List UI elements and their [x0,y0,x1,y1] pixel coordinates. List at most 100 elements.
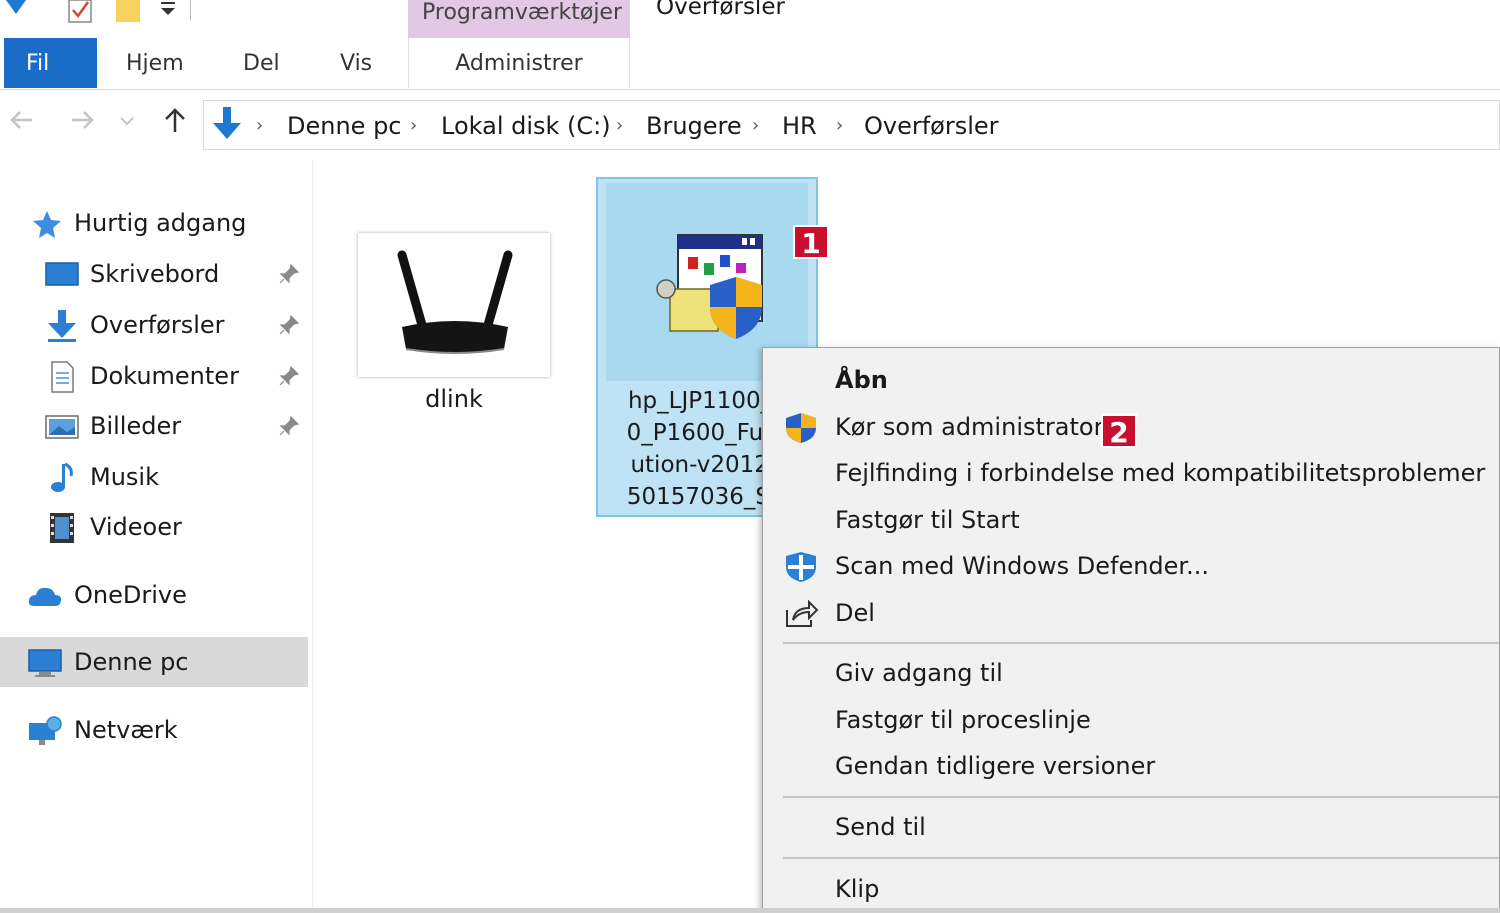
download-arrow-icon[interactable] [2,0,30,26]
menu-item-label: Fastgør til proceslinje [835,706,1091,734]
sidebar-item-onedrive[interactable]: OneDrive [0,570,308,620]
pictures-icon [45,415,79,439]
recent-locations-chevron-icon[interactable] [112,100,142,140]
menu-item-restore-previous-versions[interactable]: Gendan tidligere versioner [763,743,1499,789]
music-icon [51,462,73,492]
new-folder-icon[interactable] [114,0,142,26]
tab-hjem[interactable]: Hjem [126,38,184,88]
contextual-tab-header: Programværktøjer [408,0,630,38]
window-bottom-edge [0,908,1500,913]
pin-icon[interactable] [278,314,300,336]
sidebar-item-billeder[interactable]: Billeder [0,401,308,451]
sidebar-item-label: Billeder [90,412,182,440]
menu-item-label: Klip [835,875,880,903]
tab-vis[interactable]: Vis [340,38,372,88]
sidebar-item-dokumenter[interactable]: Dokumenter [0,351,308,401]
star-icon [33,211,61,238]
breadcrumb-separator-icon[interactable]: › [752,101,759,149]
breadcrumb-separator-icon[interactable]: › [836,101,843,149]
menu-separator [783,642,1499,644]
window-title: Overførsler [656,0,785,20]
menu-item-label: Kør som administrator [835,413,1104,441]
breadcrumb-brugere[interactable]: Brugere [646,101,742,149]
download-icon [48,310,76,342]
annotation-badge-2: 2 [1101,414,1137,449]
pin-icon[interactable] [278,263,300,285]
downloads-location-icon [213,107,241,139]
menu-separator [783,857,1499,859]
sidebar-item-label: Skrivebord [90,260,220,288]
sidebar-item-denne-pc[interactable]: Denne pc [0,637,308,687]
menu-item-give-access[interactable]: Giv adgang til [763,650,1499,696]
up-arrow-icon[interactable] [155,100,195,140]
document-icon [51,361,74,393]
sidebar-item-label: Overførsler [90,311,225,339]
tab-del[interactable]: Del [243,38,280,88]
sidebar-item-label: OneDrive [74,581,187,609]
breadcrumb-separator-icon[interactable]: › [256,101,263,149]
properties-checkbox-icon[interactable] [66,0,94,26]
sidebar-item-label: Musik [90,463,159,491]
menu-item-cut[interactable]: Klip [763,866,1499,912]
pin-icon[interactable] [278,415,300,437]
breadcrumb-overforsler[interactable]: Overførsler [864,101,999,149]
menu-item-abn[interactable]: Åbn [763,357,1499,403]
menu-item-label: Gendan tidligere versioner [835,752,1156,780]
sidebar-item-musik[interactable]: Musik [0,452,308,502]
back-arrow-icon[interactable] [2,100,42,140]
menu-item-label: Åbn [835,366,888,394]
video-icon [50,513,74,543]
breadcrumb-separator-icon[interactable]: › [410,101,417,149]
menu-item-label: Del [835,599,875,627]
sidebar-item-label: Videoer [90,513,182,541]
annotation-badge-1: 1 [793,225,829,260]
sidebar-item-overforsler[interactable]: Overførsler [0,300,308,350]
computer-icon [28,649,62,677]
breadcrumb-separator-icon[interactable]: › [616,101,623,149]
menu-item-pin-to-taskbar[interactable]: Fastgør til proceslinje [763,697,1499,743]
pin-icon[interactable] [278,365,300,387]
sidebar-item-label: Netværk [74,716,178,744]
file-item[interactable]: dlink [358,233,550,423]
menu-item-label: Fastgør til Start [835,506,1020,534]
quick-access-toolbar: Programværktøjer Overførsler [0,0,1500,38]
installer-shield-icon [656,234,763,339]
menu-item-pin-to-start[interactable]: Fastgør til Start [763,497,1499,543]
menu-item-label: Send til [835,813,926,841]
navigation-pane: Hurtig adgang Skrivebord Overførsler Dok… [0,160,313,913]
file-thumbnail [358,233,550,377]
cloud-icon [28,587,62,606]
file-name: dlink [425,385,483,413]
ribbon-tab-bar: Fil Hjem Del Vis Administrer [0,38,1500,90]
forward-arrow-icon[interactable] [62,100,102,140]
menu-item-share[interactable]: Del [763,590,1499,636]
tab-fil[interactable]: Fil [4,38,97,88]
menu-item-scan-windows-defender[interactable]: Scan med Windows Defender... [763,543,1499,589]
sidebar-item-netvaerk[interactable]: Netværk [0,705,308,755]
menu-item-label: Giv adgang til [835,659,1003,687]
menu-item-troubleshoot-compatibility[interactable]: Fejlfinding i forbindelse med kompatibil… [763,450,1499,496]
sidebar-item-skrivebord[interactable]: Skrivebord [0,249,308,299]
customize-toolbar-icon[interactable] [156,0,184,26]
menu-item-label: Scan med Windows Defender... [835,552,1209,580]
sidebar-item-hurtig-adgang[interactable]: Hurtig adgang [0,198,308,248]
windows-defender-icon [786,552,816,582]
address-bar[interactable]: › Denne pc › Lokal disk (C:) › Brugere ›… [203,100,1500,150]
tab-administrer[interactable]: Administrer [408,38,630,88]
share-icon [786,599,819,627]
router-icon [397,250,513,354]
menu-separator [783,796,1499,798]
breadcrumb-denne-pc[interactable]: Denne pc [287,101,402,149]
network-icon [29,716,62,745]
breadcrumb-lokal-disk[interactable]: Lokal disk (C:) [441,101,611,149]
menu-item-label: Fejlfinding i forbindelse med kompatibil… [835,459,1486,487]
sidebar-item-label: Hurtig adgang [74,209,247,237]
desktop-icon [45,262,79,286]
sidebar-item-videoer[interactable]: Videoer [0,502,308,552]
sidebar-item-label: Denne pc [74,648,189,676]
breadcrumb-hr[interactable]: HR [782,101,817,149]
sidebar-item-label: Dokumenter [90,362,239,390]
uac-shield-icon [786,413,816,443]
menu-item-send-to[interactable]: Send til [763,804,1499,850]
toolbar-divider [190,0,191,20]
